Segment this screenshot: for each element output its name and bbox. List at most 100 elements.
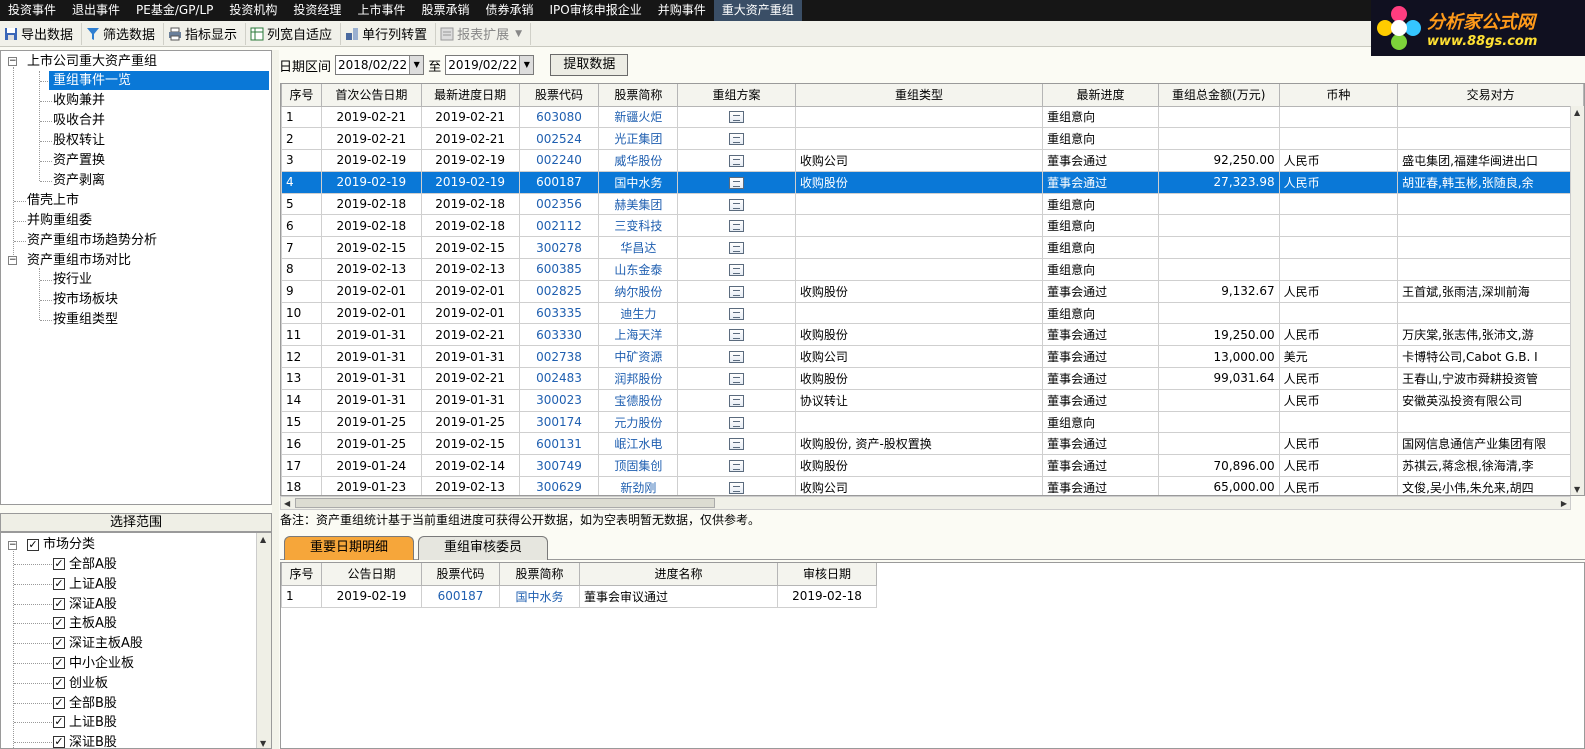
- table-row[interactable]: 13 2019-01-31 2019-02-21 002483 润邦股份 收购股份 董事会通…: [281, 367, 1584, 390]
- column-header[interactable]: 重组类型: [794, 84, 1044, 107]
- tree-child-item[interactable]: 吸收合并: [53, 111, 105, 130]
- document-icon[interactable]: [729, 394, 745, 407]
- stock-name-link[interactable]: 中矿资源: [598, 345, 679, 369]
- tree-item-backdoor-listing[interactable]: 借壳上市: [27, 191, 79, 210]
- column-header[interactable]: 重组方案: [677, 84, 796, 107]
- dropdown-arrow-icon[interactable]: ▼: [409, 56, 424, 74]
- menu-item[interactable]: 债券承销: [477, 0, 541, 21]
- table-row[interactable]: 8 2019-02-13 2019-02-13 600385 山东金泰 重组意向: [281, 258, 1584, 281]
- plan-cell[interactable]: [677, 149, 796, 172]
- menu-item[interactable]: PE基金/GP/LP: [128, 0, 221, 21]
- plan-cell[interactable]: [677, 258, 796, 281]
- stock-code-link[interactable]: 300278: [518, 236, 600, 260]
- stock-name-link[interactable]: 新疆火炬: [598, 105, 679, 129]
- stock-code-link[interactable]: 600187: [518, 170, 600, 194]
- plan-cell[interactable]: [677, 279, 796, 303]
- detail-column-header[interactable]: 审核日期: [777, 563, 877, 586]
- tree-child-item[interactable]: 股权转让: [53, 131, 105, 150]
- detail-column-header[interactable]: 序号: [281, 563, 322, 586]
- stock-code-link[interactable]: 002738: [518, 345, 600, 369]
- column-header[interactable]: 最新进度: [1042, 84, 1159, 107]
- plan-cell[interactable]: [677, 214, 796, 238]
- table-row[interactable]: 7 2019-02-15 2019-02-15 300278 华昌达 重组意向: [281, 236, 1584, 260]
- plan-cell[interactable]: [677, 476, 796, 495]
- table-row[interactable]: 16 2019-01-25 2019-02-15 600131 岷江水电 收购股份, 资产…: [281, 432, 1584, 456]
- tree-item-market-compare[interactable]: 资产重组市场对比: [27, 251, 131, 270]
- document-icon[interactable]: [729, 481, 745, 494]
- stock-name-link[interactable]: 纳尔股份: [598, 279, 679, 303]
- menu-item[interactable]: IPO审核申报企业: [541, 0, 649, 21]
- dropdown-arrow-icon[interactable]: ▼: [519, 56, 534, 74]
- scope-checkbox[interactable]: ✓: [53, 696, 65, 709]
- tree-root[interactable]: 上市公司重大资产重组: [27, 52, 157, 71]
- plan-cell[interactable]: [677, 170, 796, 194]
- stock-name-link[interactable]: 国中水务: [499, 584, 580, 608]
- column-header[interactable]: 最新进度日期: [420, 84, 520, 107]
- fetch-data-button[interactable]: 提取数据: [550, 54, 629, 76]
- document-icon[interactable]: [729, 438, 745, 451]
- stock-code-link[interactable]: 600131: [518, 432, 600, 456]
- column-header[interactable]: 币种: [1278, 84, 1399, 107]
- table-row[interactable]: 4 2019-02-19 2019-02-19 600187 国中水务 收购股份 董事会通过…: [281, 170, 1584, 194]
- stock-name-link[interactable]: 顶固集创: [598, 454, 679, 478]
- document-icon[interactable]: [729, 329, 745, 342]
- tab-review-committee[interactable]: 重组审核委员: [418, 536, 548, 560]
- tree-child-item[interactable]: 收购兼并: [53, 91, 105, 110]
- stock-code-link[interactable]: 300023: [518, 388, 600, 412]
- menu-item[interactable]: 退出事件: [64, 0, 128, 21]
- stock-name-link[interactable]: 三变科技: [598, 214, 679, 238]
- document-icon[interactable]: [729, 220, 745, 233]
- tree-item-by-industry[interactable]: 按行业: [53, 270, 92, 289]
- menu-item[interactable]: 重大资产重组: [713, 0, 802, 21]
- stock-code-link[interactable]: 002825: [518, 279, 600, 303]
- stock-name-link[interactable]: 润邦股份: [598, 367, 679, 390]
- tree-item-by-type[interactable]: 按重组类型: [53, 310, 118, 329]
- report-ext-button[interactable]: 报表扩展 ▼: [436, 22, 532, 45]
- plan-cell[interactable]: [677, 236, 796, 260]
- document-icon[interactable]: [729, 263, 745, 276]
- stock-name-link[interactable]: 元力股份: [598, 410, 679, 434]
- stock-name-link[interactable]: 新劲刚: [598, 476, 679, 495]
- document-icon[interactable]: [729, 154, 745, 167]
- grid-vertical-scrollbar[interactable]: ▲ ▼: [1570, 106, 1584, 495]
- tree-child-item[interactable]: 资产置换: [53, 151, 105, 170]
- scope-checkbox[interactable]: ✓: [53, 716, 65, 729]
- stock-name-link[interactable]: 上海天洋: [598, 323, 679, 347]
- table-row[interactable]: 5 2019-02-18 2019-02-18 002356 赫美集团 重组意向: [281, 192, 1584, 216]
- table-row[interactable]: 12 2019-01-31 2019-01-31 002738 中矿资源 收购公司 董事会通…: [281, 345, 1584, 369]
- detail-column-header[interactable]: 股票简称: [499, 563, 580, 586]
- tree-item-by-board[interactable]: 按市场板块: [53, 290, 118, 309]
- end-date-picker[interactable]: 2019/02/22 ▼: [445, 55, 535, 75]
- scope-checkbox[interactable]: ✓: [53, 736, 65, 748]
- column-header[interactable]: 交易对方: [1397, 84, 1584, 107]
- tree-item-trend-analysis[interactable]: 资产重组市场趋势分析: [27, 231, 157, 250]
- tree-item-merger-committee[interactable]: 并购重组委: [27, 211, 92, 230]
- document-icon[interactable]: [729, 198, 745, 211]
- tree-collapse-icon[interactable]: −: [8, 256, 17, 265]
- stock-code-link[interactable]: 002483: [518, 367, 600, 390]
- document-icon[interactable]: [729, 372, 745, 385]
- table-row[interactable]: 6 2019-02-18 2019-02-18 002112 三变科技 重组意向: [281, 214, 1584, 238]
- column-header[interactable]: 序号: [281, 84, 322, 107]
- menu-item[interactable]: 股票承销: [413, 0, 477, 21]
- menu-item[interactable]: 投资经理: [285, 0, 349, 21]
- menu-item[interactable]: 并购事件: [650, 0, 714, 21]
- panel-splitter[interactable]: [272, 50, 279, 749]
- scope-scrollbar[interactable]: ▲ ▼: [256, 533, 271, 748]
- document-icon[interactable]: [729, 285, 745, 298]
- table-row[interactable]: 18 2019-01-23 2019-02-13 300629 新劲刚 收购公司 董事会通过…: [281, 476, 1584, 495]
- table-row[interactable]: 9 2019-02-01 2019-02-01 002825 纳尔股份 收购股份 董事会通过…: [281, 279, 1584, 303]
- stock-code-link[interactable]: 603335: [518, 301, 600, 325]
- plan-cell[interactable]: [677, 388, 796, 412]
- table-row[interactable]: 14 2019-01-31 2019-01-31 300023 宝德股份 协议转让 董事会通…: [281, 388, 1584, 412]
- table-row[interactable]: 11 2019-01-31 2019-02-21 603330 上海天洋 收购股份 董事会通…: [281, 323, 1584, 347]
- document-icon[interactable]: [729, 460, 745, 473]
- filter-button[interactable]: 筛选数据: [82, 22, 165, 45]
- document-icon[interactable]: [729, 176, 745, 189]
- stock-name-link[interactable]: 赫美集团: [598, 192, 679, 216]
- detail-row[interactable]: 1 2019-02-19 600187 国中水务 董事会审议通过 2019-02-18: [281, 584, 877, 608]
- document-icon[interactable]: [729, 416, 745, 429]
- scope-checkbox[interactable]: ✓: [53, 637, 65, 650]
- plan-cell[interactable]: [677, 301, 796, 325]
- plan-cell[interactable]: [677, 345, 796, 369]
